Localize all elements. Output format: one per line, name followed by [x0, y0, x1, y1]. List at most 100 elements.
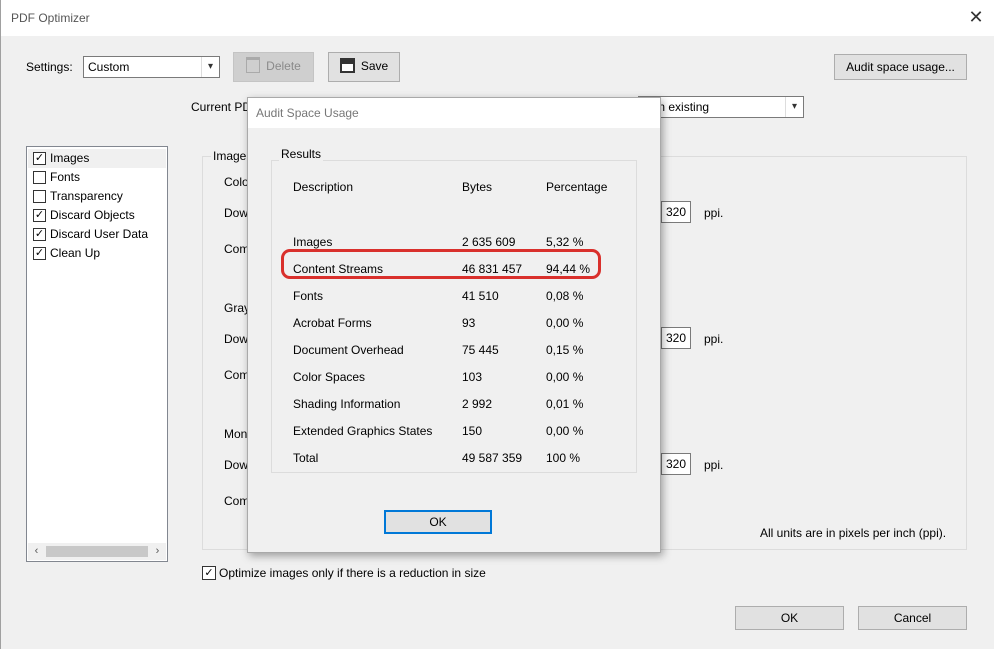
table-row: Extended Graphics States 150 0,00 %	[272, 424, 632, 442]
row-bytes: 49 587 359	[462, 451, 523, 465]
results-group: Description Bytes Percentage Images 2 63…	[271, 160, 637, 473]
panel-item-fonts[interactable]: Fonts	[28, 168, 166, 187]
compatibility-select[interactable]: ain existing ▾	[638, 96, 804, 118]
mono-downsample-label: Dow	[224, 458, 249, 472]
highlight-annotation	[281, 249, 601, 279]
row-description: Total	[293, 451, 319, 465]
panel-item-discard-user-data[interactable]: ✓ Discard User Data	[28, 225, 166, 244]
save-label: Save	[360, 59, 389, 73]
table-row: Document Overhead 75 445 0,15 %	[272, 343, 632, 361]
chevron-down-icon: ▾	[201, 57, 219, 77]
checkbox-discard-objects[interactable]: ✓	[33, 209, 46, 222]
delete-label: Delete	[266, 59, 301, 73]
row-description: Fonts	[293, 289, 324, 303]
table-row: Shading Information 2 992 0,01 %	[272, 397, 632, 415]
optimize-images-label: Optimize images only if there is a reduc…	[219, 566, 486, 580]
delete-button[interactable]: Delete	[233, 52, 314, 82]
panel-item-label: Clean Up	[50, 246, 101, 260]
row-percentage: 100 %	[546, 451, 581, 465]
trash-icon	[246, 57, 261, 73]
checkbox-clean-up[interactable]: ✓	[33, 247, 46, 260]
panel-item-label: Fonts	[50, 170, 81, 184]
ppi-unit: ppi.	[704, 332, 724, 346]
audit-space-usage-button[interactable]: Audit space usage...	[834, 54, 967, 80]
units-note: All units are in pixels per inch (ppi).	[760, 526, 947, 540]
panel-item-discard-objects[interactable]: ✓ Discard Objects	[28, 206, 166, 225]
ok-button[interactable]: OK	[735, 606, 844, 630]
row-bytes: 2 635 609	[462, 235, 516, 249]
horizontal-scrollbar[interactable]: ‹ ›	[28, 543, 166, 560]
panel-item-transparency[interactable]: Transparency	[28, 187, 166, 206]
panel-item-label: Discard User Data	[50, 227, 149, 241]
dialog-ok-button[interactable]: OK	[384, 510, 492, 534]
color-images-heading: Colo	[224, 175, 249, 189]
row-description: Document Overhead	[293, 343, 404, 357]
row-description: Extended Graphics States	[293, 424, 433, 438]
row-bytes: 41 510	[462, 289, 499, 303]
row-bytes: 103	[462, 370, 483, 384]
gray-compression-label: Com	[224, 368, 250, 382]
checkbox-discard-user-data[interactable]: ✓	[33, 228, 46, 241]
panel-item-images[interactable]: ✓ Images	[28, 149, 166, 168]
row-bytes: 93	[462, 316, 476, 330]
scrollbar-thumb[interactable]	[46, 546, 148, 557]
table-row: Color Spaces 103 0,00 %	[272, 370, 632, 388]
row-percentage: 5,32 %	[546, 235, 584, 249]
color-downsample-label: Dow	[224, 206, 249, 220]
row-description: Color Spaces	[293, 370, 366, 384]
row-percentage: 0,00 %	[546, 370, 584, 384]
row-bytes: 75 445	[462, 343, 499, 357]
settings-select[interactable]: Custom ▾	[83, 56, 220, 78]
row-bytes: 150	[462, 424, 483, 438]
gray-ppi-input[interactable]: 320	[661, 327, 691, 349]
mono-ppi-input[interactable]: 320	[661, 453, 691, 475]
optimize-images-checkbox[interactable]: ✓	[202, 566, 216, 580]
chevron-down-icon: ▾	[785, 97, 803, 117]
close-icon[interactable]: ✕	[965, 6, 987, 28]
panel-item-label: Transparency	[50, 189, 123, 203]
checkbox-fonts[interactable]	[33, 171, 46, 184]
row-percentage: 0,15 %	[546, 343, 584, 357]
ppi-unit: ppi.	[704, 458, 724, 472]
panel-item-label: Discard Objects	[50, 208, 135, 222]
gray-downsample-label: Dow	[224, 332, 249, 346]
color-ppi-input[interactable]: 320	[661, 201, 691, 223]
save-button[interactable]: Save	[328, 52, 400, 82]
header-percentage: Percentage	[546, 180, 608, 194]
header-description: Description	[293, 180, 354, 194]
row-bytes: 2 992	[462, 397, 493, 411]
color-compression-label: Com	[224, 242, 250, 256]
scroll-left-icon[interactable]: ‹	[28, 543, 45, 560]
row-percentage: 0,01 %	[546, 397, 584, 411]
panel-item-clean-up[interactable]: ✓ Clean Up	[28, 244, 166, 263]
row-percentage: 0,08 %	[546, 289, 584, 303]
floppy-disk-icon	[339, 58, 355, 73]
dialog-title: Audit Space Usage	[256, 106, 359, 120]
cancel-button[interactable]: Cancel	[858, 606, 967, 630]
table-row: Acrobat Forms 93 0,00 %	[272, 316, 632, 334]
ppi-unit: ppi.	[704, 206, 724, 220]
mono-compression-label: Com	[224, 494, 250, 508]
row-description: Images	[293, 235, 333, 249]
panel-list: ✓ Images Fonts Transparency ✓ Discard Obje…	[26, 146, 168, 562]
title-bar: PDF Optimizer ✕	[1, 0, 994, 36]
row-description: Shading Information	[293, 397, 401, 411]
mono-images-heading: Mon	[224, 427, 248, 441]
row-percentage: 0,00 %	[546, 316, 584, 330]
scroll-right-icon[interactable]: ›	[149, 543, 166, 560]
settings-value: Custom	[88, 60, 130, 74]
table-row-total: Total 49 587 359 100 %	[272, 451, 632, 469]
results-header-row: Description Bytes Percentage	[272, 180, 632, 198]
audit-space-usage-dialog: Audit Space Usage Description Bytes Perc…	[247, 97, 661, 553]
header-bytes: Bytes	[462, 180, 493, 194]
row-percentage: 0,00 %	[546, 424, 584, 438]
panel-item-label: Images	[50, 151, 90, 165]
table-row: Fonts 41 510 0,08 %	[272, 289, 632, 307]
checkbox-images[interactable]: ✓	[33, 152, 46, 165]
settings-label: Settings:	[26, 60, 73, 74]
checkbox-transparency[interactable]	[33, 190, 46, 203]
results-label: Results	[279, 147, 324, 161]
window-title: PDF Optimizer	[11, 11, 90, 25]
row-description: Acrobat Forms	[293, 316, 372, 330]
dialog-title-bar: Audit Space Usage	[248, 98, 660, 128]
